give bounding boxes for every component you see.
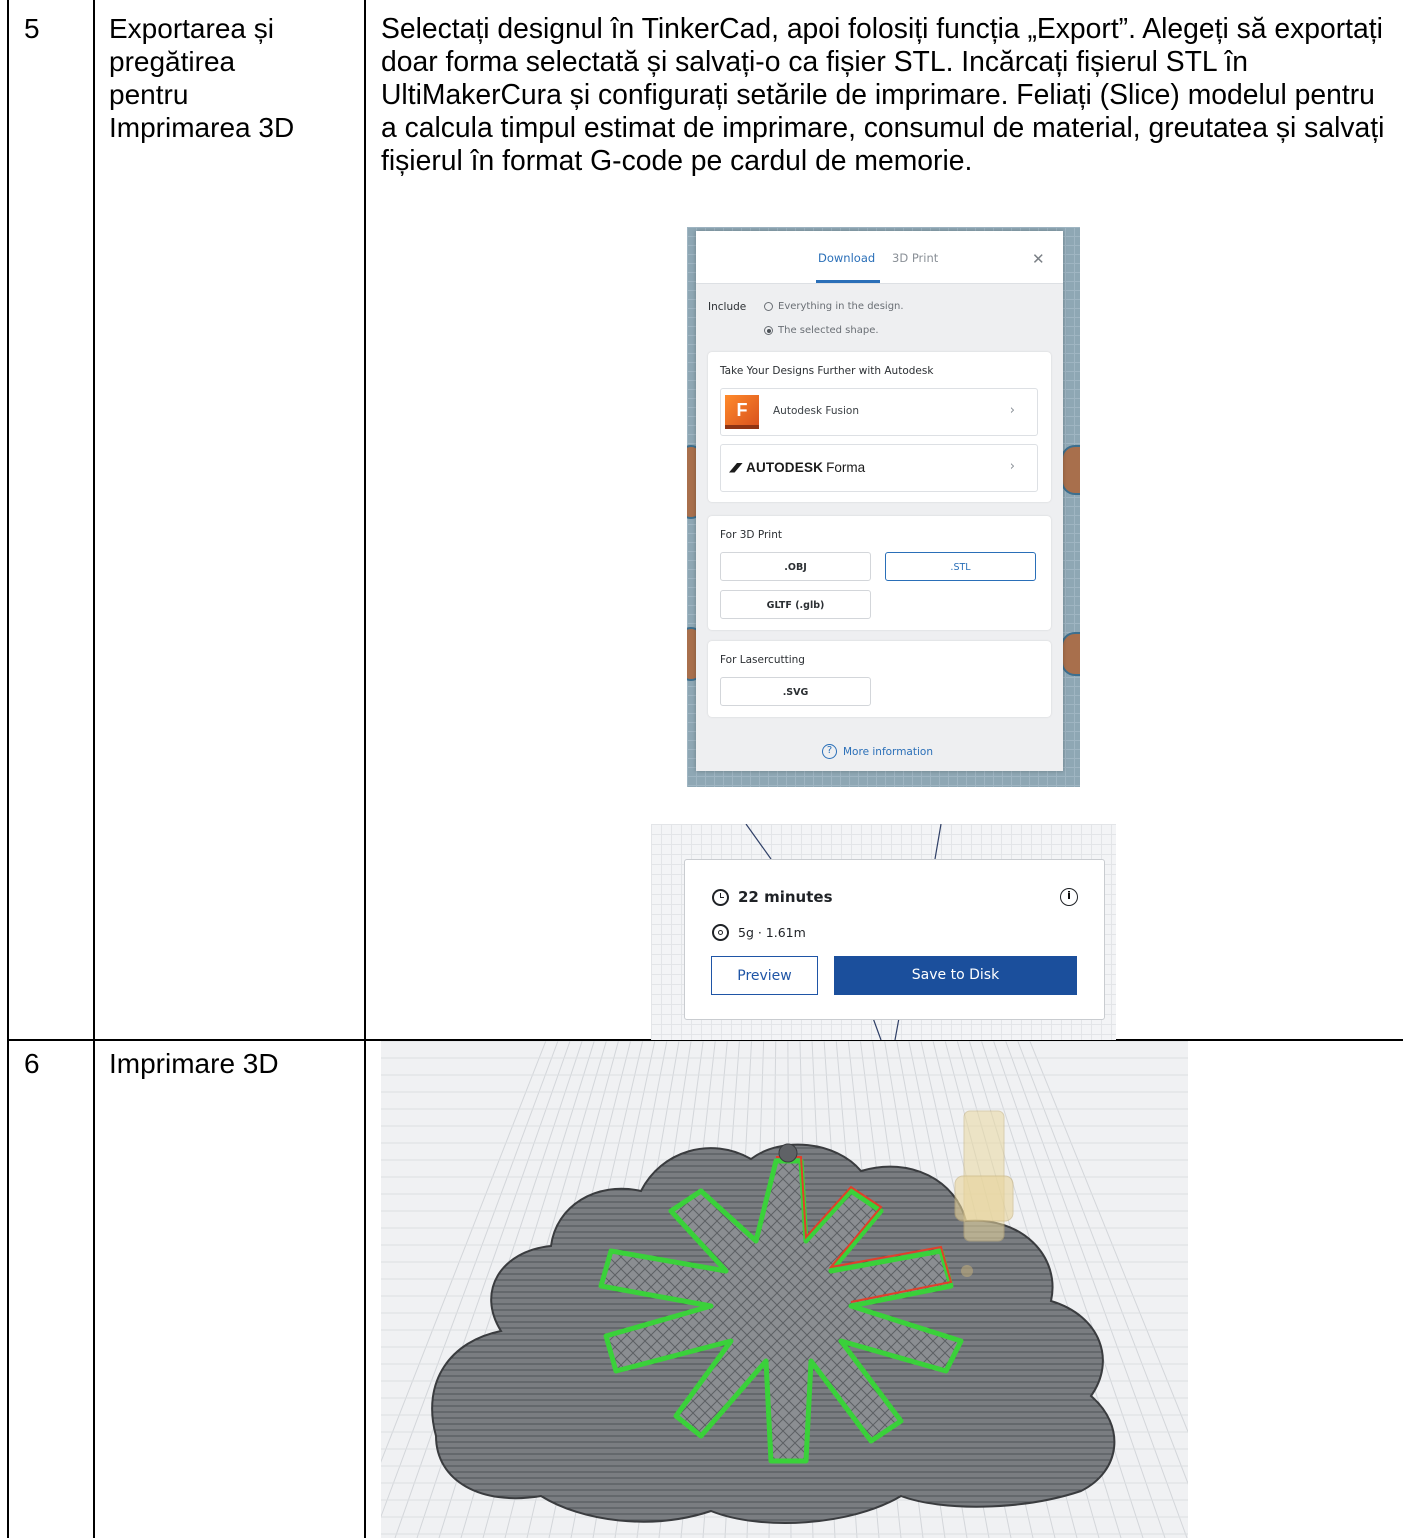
- include-option-selected-shape[interactable]: The selected shape.: [764, 325, 879, 336]
- radio-icon: [764, 302, 773, 311]
- app-name: Autodesk Fusion: [773, 405, 859, 417]
- format-stl-button[interactable]: .STL: [885, 552, 1036, 581]
- format-gltf-button[interactable]: GLTF (.glb): [720, 590, 871, 619]
- logo-bold: AUTODESK: [746, 460, 824, 475]
- material-row: 5g · 1.61m: [712, 924, 806, 941]
- step-title: Exportarea și pregătirea pentru Imprimar…: [109, 12, 294, 144]
- format-svg-button[interactable]: .SVG: [720, 677, 871, 706]
- step-title-line: Exportarea și: [109, 13, 274, 44]
- include-option-everything[interactable]: Everything in the design.: [764, 301, 904, 312]
- snowflake-print-render: [381, 1041, 1188, 1538]
- model-shape: [1061, 632, 1080, 676]
- print-time: 22 minutes: [738, 888, 833, 906]
- table-border-left: [7, 0, 9, 1538]
- cura-slice-screenshot: 22 minutes 5g · 1.61m i Preview Save to …: [651, 824, 1116, 1040]
- hanging-hole: [778, 1143, 798, 1163]
- chevron-right-icon: ›: [1009, 403, 1015, 418]
- autodesk-forma-link[interactable]: AUTODESK Forma ›: [720, 444, 1038, 492]
- tab-download[interactable]: Download: [818, 251, 875, 265]
- save-to-disk-button[interactable]: Save to Disk: [834, 956, 1077, 995]
- tab-3d-print[interactable]: 3D Print: [892, 251, 938, 265]
- table-border-col1: [93, 0, 95, 1538]
- option-label: Everything in the design.: [778, 301, 904, 312]
- step-title-line: Imprimarea 3D: [109, 112, 295, 143]
- tinkercad-export-screenshot: Download 3D Print ✕ Include Everything i…: [687, 227, 1080, 787]
- format-obj-button[interactable]: .OBJ: [720, 552, 871, 581]
- autodesk-card: Take Your Designs Further with Autodesk …: [708, 352, 1051, 502]
- material-usage: 5g · 1.61m: [738, 925, 806, 940]
- card-title: For 3D Print: [720, 529, 783, 541]
- table-border-col2: [364, 0, 366, 1538]
- autodesk-fusion-link[interactable]: F Autodesk Fusion ›: [720, 388, 1038, 436]
- step-description: Selectați designul în TinkerCad, apoi fo…: [381, 12, 1385, 176]
- active-tab-indicator: [816, 280, 880, 283]
- option-label: The selected shape.: [778, 325, 879, 336]
- help-icon: ?: [822, 744, 837, 759]
- model-shape: [1061, 445, 1080, 495]
- autodesk-forma-logo: AUTODESK Forma: [729, 460, 865, 475]
- print-time-row: 22 minutes: [712, 888, 833, 906]
- clock-icon: [712, 888, 729, 906]
- chevron-right-icon: ›: [1009, 459, 1015, 474]
- card-title: For Lasercutting: [720, 654, 805, 666]
- card-title: Take Your Designs Further with Autodesk: [720, 365, 934, 377]
- step-number: 6: [24, 1048, 40, 1079]
- include-label: Include: [708, 301, 747, 313]
- preview-button[interactable]: Preview: [711, 956, 818, 995]
- filament-spool-icon: [712, 924, 729, 941]
- print-estimate-panel: 22 minutes 5g · 1.61m i Preview Save to …: [684, 859, 1105, 1020]
- fusion-logo: F: [725, 395, 759, 429]
- step-title-line: pentru: [109, 79, 189, 110]
- export-dialog: Download 3D Print ✕ Include Everything i…: [696, 231, 1063, 771]
- autodesk-mark-icon: [729, 462, 743, 473]
- logo-rest: Forma: [826, 460, 866, 475]
- dialog-header: Download 3D Print ✕: [696, 231, 1063, 284]
- close-icon[interactable]: ✕: [1032, 251, 1045, 267]
- radio-selected-icon: [764, 326, 773, 335]
- step-title-line: pregătirea: [109, 46, 236, 77]
- more-information-label: More information: [843, 745, 933, 758]
- print-preview-render: [381, 1041, 1188, 1538]
- info-icon[interactable]: i: [1060, 888, 1078, 906]
- 3d-print-card: For 3D Print .OBJ .STL GLTF (.glb): [708, 516, 1051, 630]
- lasercutting-card: For Lasercutting .SVG: [708, 641, 1051, 717]
- step-title-line: Imprimare 3D: [109, 1048, 279, 1079]
- step-number: 5: [24, 13, 40, 44]
- step-title: Imprimare 3D: [109, 1047, 279, 1080]
- more-information-link[interactable]: ? More information: [822, 744, 933, 759]
